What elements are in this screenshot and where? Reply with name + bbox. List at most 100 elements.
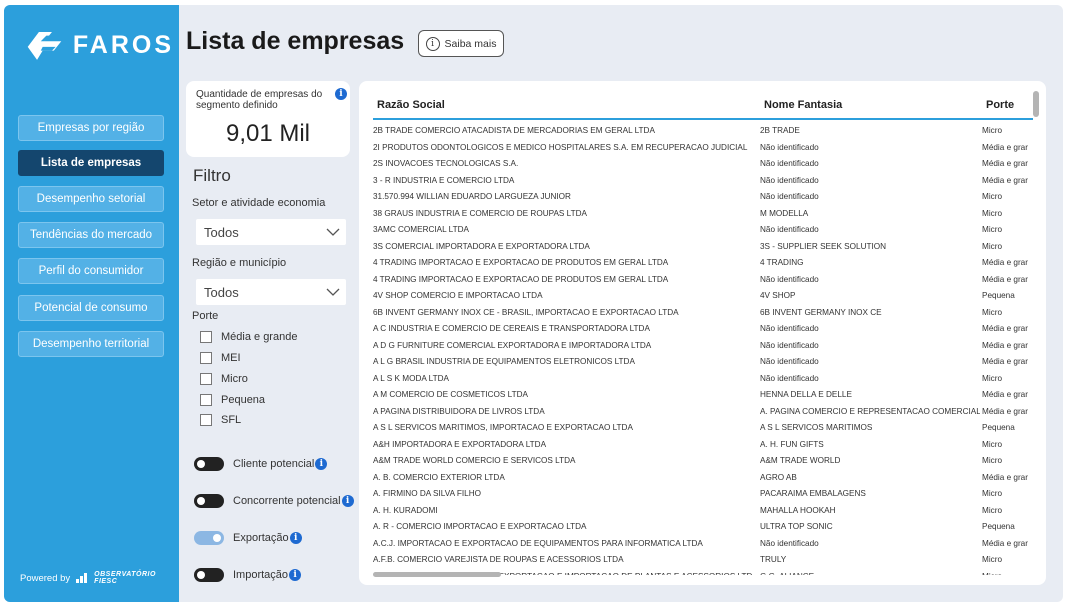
cell-porte: Média e grar	[982, 258, 1028, 267]
vertical-scrollbar[interactable]	[1033, 91, 1039, 117]
concorrente-potencial-toggle[interactable]	[194, 494, 224, 508]
table-row[interactable]: 3 - R INDUSTRIA E COMERCIO LTDA Não ident…	[373, 172, 1033, 189]
table-row[interactable]: 2I PRODUTOS ODONTOLOGICOS E MEDICO HOSPI…	[373, 139, 1033, 156]
checkbox-label: MEI	[221, 352, 241, 364]
cell-razao-social: 2S INOVACOES TECNOLOGICAS S.A.	[373, 159, 519, 168]
cell-nome-fantasia: Não identificado	[760, 340, 819, 350]
exportacao-toggle[interactable]	[194, 531, 224, 545]
checkbox[interactable]	[200, 414, 212, 426]
table-row[interactable]: 3AMC COMERCIAL LTDA Não identificado Micro	[373, 221, 1033, 238]
cell-porte: Média e grar	[982, 324, 1028, 333]
cell-porte: Média e grar	[982, 406, 1028, 416]
table-row[interactable]: 2S INOVACOES TECNOLOGICAS S.A. Não identi…	[373, 155, 1033, 172]
table-row[interactable]: A. H. KURADOMI MAHALLA HOOKAH Micro	[373, 502, 1033, 519]
info-icon: i	[425, 36, 440, 51]
regiao-dropdown[interactable]: Todos	[196, 279, 346, 305]
cell-nome-fantasia: 6B INVENT GERMANY INOX CE	[760, 307, 882, 317]
checkbox[interactable]	[200, 331, 212, 343]
table-row[interactable]: A. R - COMERCIO IMPORTACAO E EXPORTACAO …	[373, 518, 1033, 535]
filter-title: Filtro	[193, 166, 231, 185]
cell-nome-fantasia: 4V SHOP	[760, 291, 796, 300]
table-row[interactable]: A. B. COMERCIO EXTERIOR LTDA AGRO AB Média…	[373, 469, 1033, 486]
checkbox[interactable]	[200, 373, 212, 385]
info-icon[interactable]: i	[315, 458, 328, 470]
horizontal-scrollbar[interactable]	[373, 572, 501, 577]
cell-razao-social: A.F.B. COMERCIO VAREJISTA DE ROUPAS E AC…	[373, 555, 624, 564]
table-row[interactable]: 4 TRADING IMPORTACAO E EXPORTACAO DE PRO…	[373, 271, 1033, 288]
info-icon[interactable]: i	[341, 495, 354, 507]
cell-nome-fantasia: Não identificado	[760, 324, 819, 333]
powered-by: Powered by OBSERVATÓRIO FIESC	[20, 571, 156, 585]
nav-desempenho-setorial[interactable]: Desempenho setorial	[18, 186, 164, 212]
table-row[interactable]: A S L SERVICOS MARITIMOS, IMPORTACAO E E…	[373, 419, 1033, 436]
table-row[interactable]: 4 TRADING IMPORTACAO E EXPORTACAO DE PRO…	[373, 254, 1033, 271]
porte-checkbox-mei[interactable]: MEI	[200, 352, 241, 364]
powered-logo-line1: OBSERVATÓRIO	[94, 571, 156, 578]
cell-nome-fantasia: MAHALLA HOOKAH	[760, 505, 836, 515]
table-row[interactable]: A C INDUSTRIA E COMERCIO DE CEREAIS E TR…	[373, 320, 1033, 337]
table-row[interactable]: A. FIRMINO DA SILVA FILHO PACARAIMA EMBAL…	[373, 485, 1033, 502]
column-header-porte[interactable]: Porte	[986, 99, 1014, 111]
table-row[interactable]: A.C.J. IMPORTACAO E EXPORTACAO DE EQUIPA…	[373, 535, 1033, 552]
kpi-label: Quantidade de empresas do segmento defin…	[196, 89, 323, 111]
table-row[interactable]: A&M TRADE WORLD COMERCIO E SERVICOS LTDA…	[373, 452, 1033, 469]
powered-by-text: Powered by	[20, 572, 71, 584]
cell-porte: Micro	[982, 307, 1003, 317]
porte-checkbox-sfl[interactable]: SFL	[200, 414, 241, 426]
table-row[interactable]: A L S K MODA LTDA Não identificado Micro	[373, 370, 1033, 387]
cell-porte: Média e grar	[982, 390, 1028, 399]
toggle-label: Importação	[233, 569, 289, 581]
table-row[interactable]: 31.570.994 WILLIAN EDUARDO LARGUEZA JUNI…	[373, 188, 1033, 205]
cliente-potencial-toggle[interactable]	[194, 457, 224, 471]
importacao-toggle[interactable]	[194, 568, 224, 582]
table-row[interactable]: A.F.B. COMERCIO VAREJISTA DE ROUPAS E AC…	[373, 551, 1033, 568]
nav-perfil-do-consumidor[interactable]: Perfil do consumidor	[18, 258, 164, 284]
table-row[interactable]: A D G FURNITURE COMERCIAL EXPORTADORA E …	[373, 337, 1033, 354]
table-row[interactable]: A M COMERCIO DE COSMETICOS LTDA HENNA DEL…	[373, 386, 1033, 403]
cell-nome-fantasia: Não identificado	[760, 538, 819, 548]
cell-razao-social: 6B INVENT GERMANY INOX CE - BRASIL, IMPO…	[373, 307, 679, 317]
table-row[interactable]: 2B TRADE COMERCIO ATACADISTA DE MERCADOR…	[373, 122, 1033, 139]
toggle-row-concorrente-potencial: Concorrente potencial i	[194, 494, 354, 508]
toggle-row-cliente-potencial: Cliente potencial i	[194, 457, 328, 471]
setor-label: Setor e atividade economia	[192, 197, 326, 209]
table-row[interactable]: A L G BRASIL INDUSTRIA DE EQUIPAMENTOS E…	[373, 353, 1033, 370]
cell-razao-social: 2I PRODUTOS ODONTOLOGICOS E MEDICO HOSPI…	[373, 142, 748, 152]
kpi-info-icon[interactable]: i	[335, 88, 347, 100]
table-row[interactable]: A&H IMPORTADORA E EXPORTADORA LTDA A. H. …	[373, 436, 1033, 453]
cell-porte: Média e grar	[982, 472, 1028, 482]
cell-nome-fantasia: AGRO AB	[760, 472, 797, 482]
table-row[interactable]: A PAGINA DISTRIBUIDORA DE LIVROS LTDA A. …	[373, 403, 1033, 420]
table-row[interactable]: 38 GRAUS INDUSTRIA E COMERCIO DE ROUPAS …	[373, 205, 1033, 222]
checkbox-label: Pequena	[221, 394, 266, 406]
cell-razao-social: 3 - R INDUSTRIA E COMERCIO LTDA	[373, 175, 515, 185]
checkbox-label: Micro	[221, 373, 248, 385]
nav-empresas-por-regiao[interactable]: Empresas por região	[18, 115, 164, 141]
column-header-razao-social[interactable]: Razão Social	[377, 99, 445, 111]
saiba-mais-button[interactable]: i Saiba mais	[418, 30, 504, 57]
cell-nome-fantasia: A. PAGINA COMERCIO E REPRESENTACAO COMER…	[760, 406, 980, 416]
cell-nome-fantasia: Não identificado	[760, 142, 819, 152]
checkbox[interactable]	[200, 394, 212, 406]
setor-dropdown[interactable]: Todos	[196, 219, 346, 245]
table-row[interactable]: 3S COMERCIAL IMPORTADORA E EXPORTADORA L…	[373, 238, 1033, 255]
cell-porte: Micro	[982, 225, 1003, 234]
table-row[interactable]: 4V SHOP COMERCIO E IMPORTACAO LTDA 4V SHO…	[373, 287, 1033, 304]
checkbox[interactable]	[200, 352, 212, 364]
cell-razao-social: 3AMC COMERCIAL LTDA	[373, 225, 469, 234]
porte-checkbox-micro[interactable]: Micro	[200, 373, 248, 385]
nav-tendencias-do-mercado[interactable]: Tendências do mercado	[18, 222, 164, 248]
table-body[interactable]: 2B TRADE COMERCIO ATACADISTA DE MERCADOR…	[373, 122, 1033, 575]
cell-porte: Micro	[982, 555, 1003, 564]
column-header-nome-fantasia[interactable]: Nome Fantasia	[764, 99, 842, 111]
cell-razao-social: 4 TRADING IMPORTACAO E EXPORTACAO DE PRO…	[373, 258, 669, 267]
nav-desempenho-territorial[interactable]: Desempenho territorial	[18, 331, 164, 357]
table-row[interactable]: 6B INVENT GERMANY INOX CE - BRASIL, IMPO…	[373, 304, 1033, 321]
nav-lista-de-empresas[interactable]: Lista de empresas	[18, 150, 164, 176]
porte-checkbox-media-e-grande[interactable]: Média e grande	[200, 331, 297, 343]
cell-nome-fantasia: A S L SERVICOS MARITIMOS	[760, 423, 873, 432]
info-icon[interactable]: i	[289, 532, 302, 544]
porte-checkbox-pequena[interactable]: Pequena	[200, 394, 265, 406]
info-icon[interactable]: i	[289, 569, 302, 581]
nav-potencial-de-consumo[interactable]: Potencial de consumo	[18, 295, 164, 321]
